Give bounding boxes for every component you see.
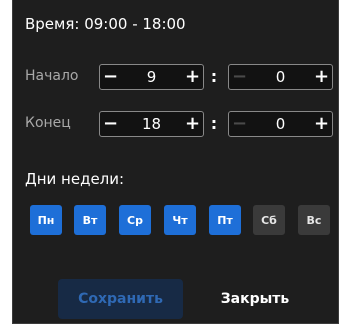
start-time-separator: :: [210, 67, 218, 86]
day-toggle-wed[interactable]: Ср: [119, 205, 151, 235]
end-hours-value[interactable]: 18: [121, 115, 182, 133]
end-hours-stepper[interactable]: − 18 +: [99, 111, 204, 137]
start-minutes-decrement-button[interactable]: −: [229, 65, 250, 89]
end-minutes-stepper[interactable]: − 0 +: [228, 111, 333, 137]
start-hours-increment-button[interactable]: +: [182, 65, 203, 89]
end-minutes-decrement-button[interactable]: −: [229, 112, 250, 136]
schedule-title: Время: 09:00 - 18:00: [25, 15, 186, 33]
start-minutes-stepper[interactable]: − 0 +: [228, 64, 333, 90]
start-label: Начало: [25, 68, 79, 84]
day-toggle-fri[interactable]: Пт: [209, 205, 241, 235]
day-toggle-mon[interactable]: Пн: [30, 205, 62, 235]
schedule-dialog: Время: 09:00 - 18:00 Начало − 9 + : − 0 …: [12, 0, 339, 324]
end-hours-increment-button[interactable]: +: [182, 112, 203, 136]
day-toggle-sat[interactable]: Сб: [253, 205, 285, 235]
day-toggle-sun[interactable]: Вс: [298, 205, 330, 235]
close-button[interactable]: Закрыть: [205, 279, 305, 319]
days-of-week-title: Дни недели:: [25, 170, 125, 188]
start-hours-decrement-button[interactable]: −: [100, 65, 121, 89]
end-label: Конец: [25, 115, 71, 131]
day-toggle-tue[interactable]: Вт: [74, 205, 106, 235]
end-hours-decrement-button[interactable]: −: [100, 112, 121, 136]
start-hours-value[interactable]: 9: [121, 68, 182, 86]
end-time-separator: :: [210, 114, 218, 133]
end-minutes-value[interactable]: 0: [250, 115, 311, 133]
day-toggle-thu[interactable]: Чт: [164, 205, 196, 235]
start-hours-stepper[interactable]: − 9 +: [99, 64, 204, 90]
save-button[interactable]: Сохранить: [58, 279, 183, 319]
start-minutes-value[interactable]: 0: [250, 68, 311, 86]
start-minutes-increment-button[interactable]: +: [311, 65, 332, 89]
end-minutes-increment-button[interactable]: +: [311, 112, 332, 136]
